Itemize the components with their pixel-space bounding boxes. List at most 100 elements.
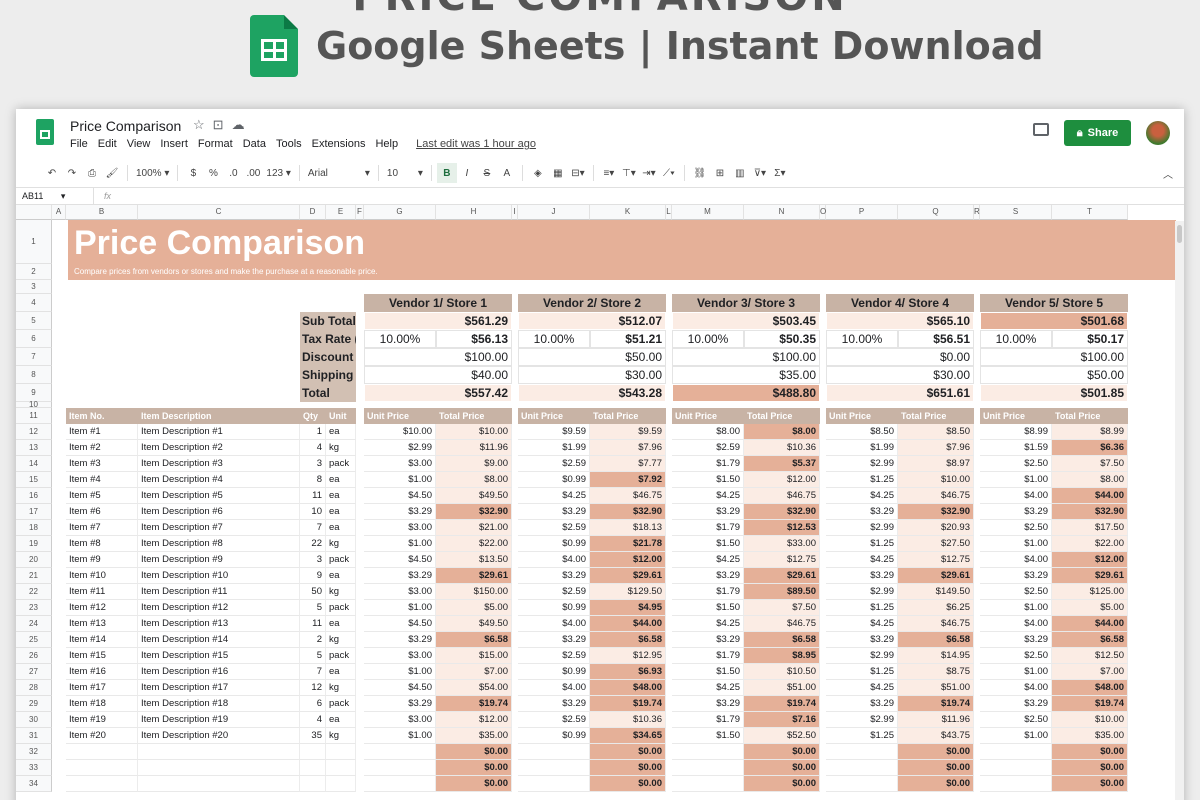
row-header-26[interactable]: 26	[16, 648, 52, 664]
zero-total-cell[interactable]: $0.00	[436, 776, 512, 792]
total-price-cell[interactable]: $49.50	[436, 616, 512, 632]
vertical-scrollbar[interactable]	[1175, 221, 1184, 800]
item-cell[interactable]: ea	[326, 616, 356, 632]
unit-price-cell[interactable]: $2.99	[826, 584, 898, 600]
item-cell[interactable]: Item #19	[66, 712, 138, 728]
unit-price-cell[interactable]: $3.29	[364, 632, 436, 648]
unit-price-cell[interactable]: $4.00	[980, 488, 1052, 504]
empty-unit-price-cell[interactable]	[518, 776, 590, 792]
total-price-cell[interactable]: $10.00	[436, 424, 512, 440]
item-cell[interactable]: Item Description #1	[138, 424, 300, 440]
row-header-17[interactable]: 17	[16, 504, 52, 520]
unit-price-cell[interactable]: $3.29	[518, 504, 590, 520]
total-price-cell[interactable]: $32.90	[744, 504, 820, 520]
total-price-cell[interactable]: $29.61	[436, 568, 512, 584]
empty-unit-price-cell[interactable]	[672, 760, 744, 776]
row-header-29[interactable]: 29	[16, 696, 52, 712]
row-header-4[interactable]: 4	[16, 294, 52, 312]
percent-format-button[interactable]: %	[203, 163, 223, 183]
unit-price-cell[interactable]: $3.29	[826, 568, 898, 584]
item-cell[interactable]: Item #10	[66, 568, 138, 584]
unit-price-cell[interactable]: $2.59	[518, 456, 590, 472]
unit-price-cell[interactable]: $2.59	[518, 520, 590, 536]
zero-total-cell[interactable]: $0.00	[898, 744, 974, 760]
empty-item-cell[interactable]	[326, 776, 356, 792]
item-cell[interactable]: Item Description #10	[138, 568, 300, 584]
horizontal-align-icon[interactable]: ≡▾	[599, 163, 619, 183]
unit-price-cell[interactable]: $1.25	[826, 536, 898, 552]
unit-price-cell[interactable]: $3.29	[364, 696, 436, 712]
item-cell[interactable]: Item #16	[66, 664, 138, 680]
total-price-cell[interactable]: $46.75	[590, 488, 666, 504]
unit-price-cell[interactable]: $8.99	[980, 424, 1052, 440]
total-price-cell[interactable]: $29.61	[590, 568, 666, 584]
total-price-cell[interactable]: $12.53	[744, 520, 820, 536]
unit-price-cell[interactable]: $3.29	[826, 504, 898, 520]
unit-price-cell[interactable]: $1.50	[672, 600, 744, 616]
total-price-cell[interactable]: $10.00	[1052, 712, 1128, 728]
unit-price-cell[interactable]: $2.99	[364, 440, 436, 456]
item-cell[interactable]: Item #8	[66, 536, 138, 552]
total-price-cell[interactable]: $12.00	[744, 472, 820, 488]
vendor-discount[interactable]: $100.00	[672, 348, 820, 366]
item-cell[interactable]: ea	[326, 504, 356, 520]
total-price-cell[interactable]: $6.58	[436, 632, 512, 648]
unit-price-cell[interactable]: $2.99	[826, 520, 898, 536]
unit-price-cell[interactable]: $4.25	[826, 680, 898, 696]
total-price-cell[interactable]: $29.61	[1052, 568, 1128, 584]
total-price-cell[interactable]: $5.00	[436, 600, 512, 616]
paint-format-icon[interactable]: 🖌︎	[102, 163, 122, 183]
vendor-discount[interactable]: $50.00	[518, 348, 666, 366]
unit-price-cell[interactable]: $4.00	[518, 616, 590, 632]
empty-unit-price-cell[interactable]	[518, 744, 590, 760]
item-cell[interactable]: Item Description #5	[138, 488, 300, 504]
menu-item-help[interactable]: Help	[375, 138, 398, 150]
zero-total-cell[interactable]: $0.00	[590, 744, 666, 760]
total-price-cell[interactable]: $21.78	[590, 536, 666, 552]
vendor-tax[interactable]: $56.13	[436, 330, 512, 348]
total-price-cell[interactable]: $27.50	[898, 536, 974, 552]
row-header-34[interactable]: 34	[16, 776, 52, 792]
item-cell[interactable]: Item #14	[66, 632, 138, 648]
item-cell[interactable]: Item #2	[66, 440, 138, 456]
item-cell[interactable]: Item #7	[66, 520, 138, 536]
unit-price-cell[interactable]: $1.00	[364, 600, 436, 616]
total-price-cell[interactable]: $6.93	[590, 664, 666, 680]
vendor-tax[interactable]: $56.51	[898, 330, 974, 348]
column-header-m[interactable]: M	[672, 205, 744, 220]
unit-price-cell[interactable]: $3.00	[364, 456, 436, 472]
empty-unit-price-cell[interactable]	[364, 744, 436, 760]
total-price-cell[interactable]: $6.36	[1052, 440, 1128, 456]
unit-price-cell[interactable]: $2.59	[518, 712, 590, 728]
row-header-27[interactable]: 27	[16, 664, 52, 680]
unit-price-cell[interactable]: $2.99	[826, 456, 898, 472]
unit-price-cell[interactable]: $4.25	[672, 680, 744, 696]
comment-icon[interactable]	[1033, 123, 1049, 136]
vendor-shipping[interactable]: $35.00	[672, 366, 820, 384]
empty-unit-price-cell[interactable]	[826, 760, 898, 776]
item-cell[interactable]: kg	[326, 440, 356, 456]
item-cell[interactable]: Item #1	[66, 424, 138, 440]
vendor-tax-rate[interactable]: 10.00%	[826, 330, 898, 348]
empty-unit-price-cell[interactable]	[980, 776, 1052, 792]
row-header-11[interactable]: 11	[16, 408, 52, 424]
item-cell[interactable]: 3	[300, 456, 326, 472]
total-price-cell[interactable]: $7.96	[898, 440, 974, 456]
zero-total-cell[interactable]: $0.00	[898, 776, 974, 792]
currency-format-button[interactable]: $	[183, 163, 203, 183]
item-cell[interactable]: 50	[300, 584, 326, 600]
unit-price-cell[interactable]: $3.29	[364, 504, 436, 520]
empty-item-cell[interactable]	[138, 744, 300, 760]
unit-price-cell[interactable]: $4.00	[980, 552, 1052, 568]
total-price-cell[interactable]: $46.75	[744, 616, 820, 632]
total-price-cell[interactable]: $43.75	[898, 728, 974, 744]
unit-price-cell[interactable]: $1.50	[672, 472, 744, 488]
total-price-cell[interactable]: $8.75	[898, 664, 974, 680]
strikethrough-button[interactable]: S	[477, 163, 497, 183]
column-header-q[interactable]: Q	[898, 205, 974, 220]
item-cell[interactable]: Item #6	[66, 504, 138, 520]
unit-price-cell[interactable]: $3.29	[518, 696, 590, 712]
item-cell[interactable]: Item Description #15	[138, 648, 300, 664]
column-header-p[interactable]: P	[826, 205, 898, 220]
vendor-tax-rate[interactable]: 10.00%	[980, 330, 1052, 348]
